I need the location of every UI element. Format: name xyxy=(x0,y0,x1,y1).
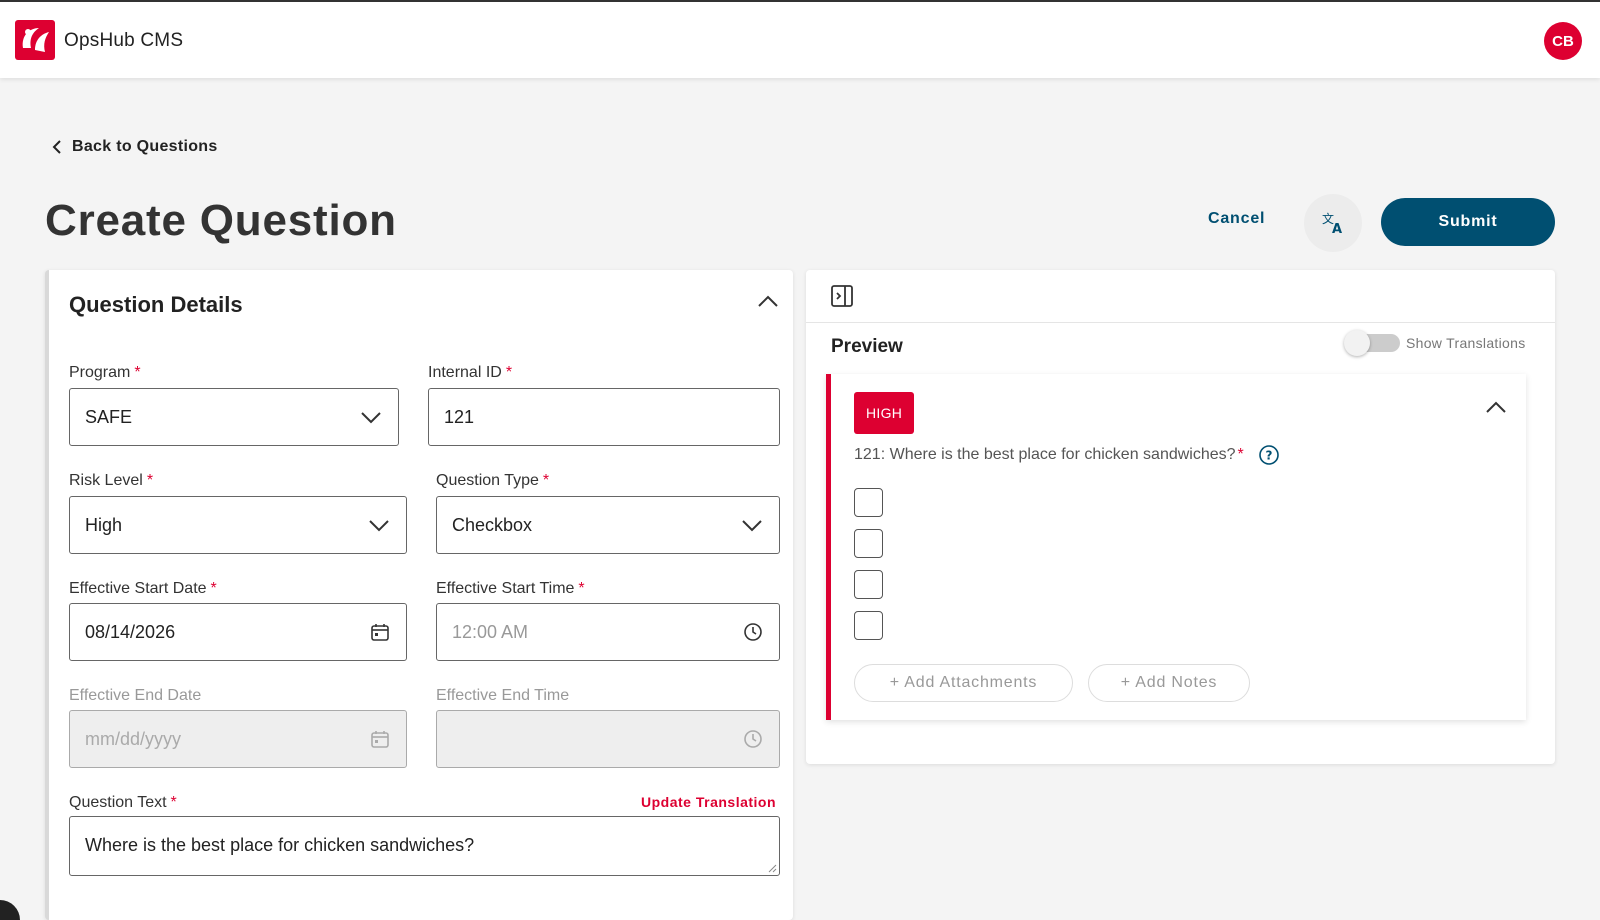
clock-icon xyxy=(744,730,762,748)
question-type-value: Checkbox xyxy=(452,514,533,535)
preview-question: 121: Where is the best place for chicken… xyxy=(854,444,1280,466)
internal-id-label: Internal ID * xyxy=(428,364,512,382)
internal-id-value: 121 xyxy=(444,406,475,427)
end-date-label: Effective End Date xyxy=(69,687,202,704)
risk-level-select[interactable]: High xyxy=(69,496,407,554)
divider xyxy=(806,322,1555,323)
update-translation-link[interactable]: Update Translation xyxy=(641,794,776,810)
risk-level-label: Risk Level * xyxy=(69,472,153,490)
required-marker: * xyxy=(210,580,217,597)
end-date-input[interactable]: mm/dd/yyyy xyxy=(69,710,407,768)
chevron-down-icon xyxy=(361,412,381,424)
required-marker: * xyxy=(170,794,177,811)
svg-text:?: ? xyxy=(1265,449,1272,463)
preview-checkbox[interactable] xyxy=(854,529,883,558)
end-time-label: Effective End Time xyxy=(436,687,570,704)
toggle-knob xyxy=(1344,330,1370,356)
program-select[interactable]: SAFE xyxy=(69,388,399,446)
preview-checkbox[interactable] xyxy=(854,488,883,517)
clock-icon[interactable] xyxy=(743,622,763,642)
question-type-label: Question Type * xyxy=(436,472,549,490)
back-to-questions-link[interactable]: Back to Questions xyxy=(52,138,218,156)
program-label: Program * xyxy=(69,364,141,382)
cancel-button[interactable]: Cancel xyxy=(1208,210,1265,228)
question-type-label-text: Question Type xyxy=(436,472,539,489)
preview-checkbox[interactable] xyxy=(854,611,883,640)
question-type-select[interactable]: Checkbox xyxy=(436,496,780,554)
internal-id-input[interactable]: 121 xyxy=(428,388,780,446)
add-attachments-button[interactable]: + Add Attachments xyxy=(854,664,1073,702)
start-time-label: Effective Start Time * xyxy=(436,580,585,598)
chevron-up-icon[interactable] xyxy=(1485,400,1507,414)
page-title: Create Question xyxy=(45,196,397,245)
question-details-card: Question Details Program * SAFE Internal … xyxy=(45,270,793,920)
question-text-label-text: Question Text xyxy=(69,794,167,811)
preview-title: Preview xyxy=(831,336,903,357)
question-preview-card: HIGH 121: Where is the best place for ch… xyxy=(826,374,1526,720)
start-time-label-text: Effective Start Time xyxy=(436,580,575,597)
start-time-placeholder: 12:00 AM xyxy=(452,621,529,642)
chevron-left-icon xyxy=(52,140,61,154)
chevron-up-icon[interactable] xyxy=(757,294,779,308)
app-title: OpsHub CMS xyxy=(64,30,184,51)
program-label-text: Program xyxy=(69,364,131,381)
preview-question-text: 121: Where is the best place for chicken… xyxy=(854,446,1236,463)
panel-collapse-icon[interactable] xyxy=(830,284,854,308)
required-marker: * xyxy=(1237,446,1244,463)
help-circle-icon: ? xyxy=(1258,445,1279,465)
translate-icon: 文 A xyxy=(1322,211,1342,235)
internal-id-label-text: Internal ID xyxy=(428,364,502,381)
add-notes-button[interactable]: + Add Notes xyxy=(1088,664,1250,702)
brand-logo[interactable] xyxy=(15,20,55,60)
window-corner xyxy=(0,900,20,920)
show-translations-toggle[interactable] xyxy=(1344,330,1400,356)
start-date-value: 08/14/2026 xyxy=(85,621,176,642)
preview-checkbox[interactable] xyxy=(854,570,883,599)
required-marker: * xyxy=(505,364,513,381)
submit-button[interactable]: Submit xyxy=(1381,198,1555,246)
required-marker: * xyxy=(578,580,585,597)
question-text-textarea[interactable]: Where is the best place for chicken sand… xyxy=(69,816,780,876)
user-avatar[interactable]: CB xyxy=(1544,22,1582,60)
calendar-icon xyxy=(371,731,389,748)
start-time-input[interactable]: 12:00 AM xyxy=(436,603,780,661)
preview-card: Preview Show Translations HIGH 121: Wher… xyxy=(806,270,1555,764)
svg-text:A: A xyxy=(1332,222,1342,235)
required-marker: * xyxy=(146,472,154,489)
risk-level-label-text: Risk Level xyxy=(69,472,143,489)
calendar-icon[interactable] xyxy=(370,622,390,642)
start-date-label: Effective Start Date * xyxy=(69,580,217,598)
chevron-down-icon xyxy=(369,520,389,532)
required-marker: * xyxy=(134,364,141,381)
top-bar: OpsHub CMS CB xyxy=(0,0,1600,78)
risk-badge: HIGH xyxy=(854,392,915,434)
help-button[interactable]: ? xyxy=(1258,444,1280,466)
question-details-title: Question Details xyxy=(69,292,243,317)
required-marker: * xyxy=(542,472,550,489)
question-text-value: Where is the best place for chicken sand… xyxy=(85,835,475,855)
end-time-input[interactable] xyxy=(436,710,780,768)
program-value: SAFE xyxy=(85,406,133,427)
start-date-input[interactable]: 08/14/2026 xyxy=(69,603,407,661)
back-link-label: Back to Questions xyxy=(72,138,218,155)
resize-handle-icon[interactable] xyxy=(767,863,777,873)
end-date-placeholder: mm/dd/yyyy xyxy=(85,728,182,749)
start-date-label-text: Effective Start Date xyxy=(69,580,207,597)
show-translations-label: Show Translations xyxy=(1406,335,1526,351)
chevron-down-icon xyxy=(742,520,762,532)
risk-level-value: High xyxy=(85,514,123,535)
question-text-label: Question Text * xyxy=(69,794,177,812)
translate-button[interactable]: 文 A xyxy=(1304,194,1362,252)
